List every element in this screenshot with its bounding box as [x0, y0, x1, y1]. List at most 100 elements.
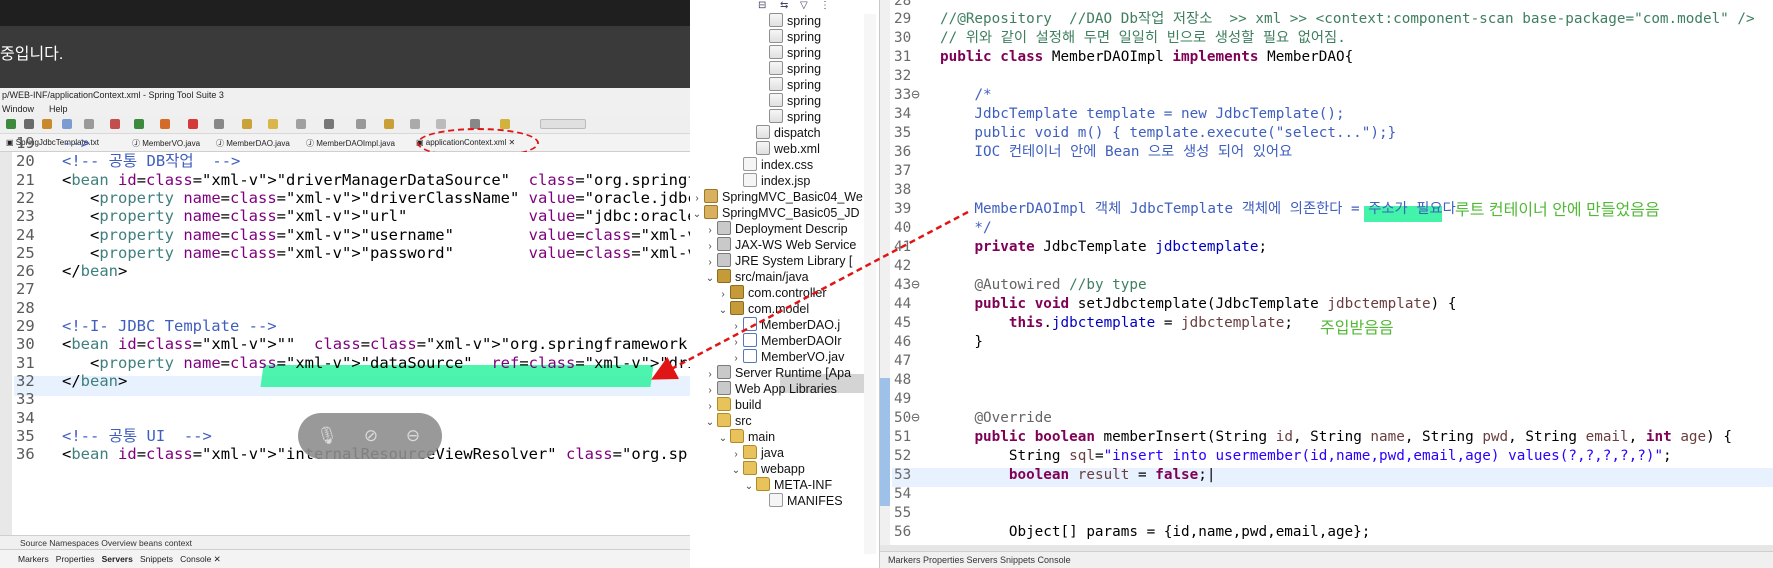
play-icon[interactable] — [134, 119, 144, 129]
lib-icon — [717, 221, 731, 235]
package-icon[interactable] — [42, 119, 52, 129]
xml-code-line: 27 — [16, 280, 35, 299]
tree-item-label: com.controller — [748, 286, 827, 300]
tab-memberdaoimpl[interactable]: Ⓙ MemberDAOImpl.java — [306, 138, 395, 149]
xml-code-line: 22 <property name=class="xml-v">"driverC… — [16, 188, 690, 207]
lib-icon — [717, 237, 731, 251]
ide-toolbar — [0, 116, 690, 134]
xml-code-line: 28 — [16, 298, 35, 317]
tree-item-label: SpringMVC_Basic04_We — [722, 190, 863, 204]
lib-icon — [717, 365, 731, 379]
terminate-icon[interactable] — [188, 119, 198, 129]
xml-icon — [769, 29, 783, 43]
folder-open-icon[interactable] — [242, 119, 252, 129]
chevron-down-icon[interactable]: ⌄ — [690, 206, 704, 224]
link-editor-icon[interactable]: ⇆ — [780, 0, 788, 11]
pkg-icon — [730, 301, 744, 315]
view-markers[interactable]: Markers — [0, 554, 49, 564]
folder-icon — [756, 477, 770, 491]
folder-icon — [730, 429, 744, 443]
menu-help[interactable]: Help — [49, 104, 68, 114]
chevron-down-icon[interactable]: ⌄ — [742, 478, 756, 496]
folder-icon — [717, 397, 731, 411]
java-bottom-views[interactable]: Markers Properties Servers Snippets Cons… — [880, 551, 1773, 568]
xml-icon — [756, 141, 770, 155]
xml-code-line: 20 <!-- 공통 DB작업 --> — [16, 152, 241, 171]
xml-code-line: 32 </bean> — [16, 371, 128, 390]
xml-code-line: 23 <property name=class="xml-v">"url" va… — [16, 207, 690, 226]
tree-item-label: JAX-WS Web Service — [735, 238, 857, 252]
menu-window[interactable]: Window — [2, 104, 34, 114]
collapse-all-icon[interactable]: ⊟ — [758, 0, 766, 11]
save-icon[interactable] — [84, 119, 94, 129]
css-icon — [743, 173, 757, 187]
chevron-down-icon[interactable]: ⌄ — [729, 462, 743, 480]
view-snippets[interactable]: Snippets — [140, 554, 173, 564]
chevron-down-icon[interactable]: ⌄ — [703, 414, 717, 432]
folder-icon — [743, 461, 757, 475]
view-menu-icon[interactable]: ⋮ — [820, 0, 830, 11]
xml-code-line: 19 --> — [16, 134, 90, 152]
xml-icon — [769, 93, 783, 107]
ide-window-title: p/WEB-INF/applicationContext.xml - Sprin… — [0, 88, 690, 102]
xml-code-line: 30 <bean id=class="xml-v">"" class=class=… — [16, 334, 690, 354]
search-icon[interactable] — [268, 119, 278, 129]
forward-icon[interactable] — [384, 119, 394, 129]
server-icon[interactable] — [160, 119, 170, 129]
run-icon[interactable] — [6, 119, 16, 129]
lib-icon — [717, 381, 731, 395]
tab-memberdao[interactable]: Ⓙ MemberDAO.java — [216, 138, 290, 149]
edit-icon[interactable] — [324, 119, 334, 129]
xml-code-line: 26 </bean> — [16, 262, 128, 281]
tree-item-label: dispatch — [774, 126, 821, 140]
tab-membervo[interactable]: Ⓙ MemberVO.java — [132, 138, 200, 149]
chevron-down-icon[interactable]: ⌄ — [716, 430, 730, 448]
back-icon[interactable] — [356, 119, 366, 129]
tree-item-label: index.css — [761, 158, 814, 172]
tree-item-label: java — [761, 446, 784, 460]
tree-item-label: MANIFES — [787, 494, 843, 508]
media-control-pill[interactable]: 🎙 ⊘ ⊖ — [298, 413, 442, 459]
quick-access-field[interactable] — [540, 119, 586, 129]
debug-icon[interactable] — [24, 119, 34, 129]
tool-icon[interactable] — [214, 119, 224, 129]
tree-item-label: spring — [787, 110, 822, 124]
stop-icon[interactable] — [110, 119, 120, 129]
java-icon — [743, 333, 757, 347]
annotation-injected: 주입받음음 — [1320, 320, 1394, 337]
xml-editor-bottom-tabs[interactable]: Source Namespaces Overview beans context — [0, 535, 690, 549]
left-video-pane: 중입니다. p/WEB-INF/applicationContext.xml -… — [0, 0, 690, 568]
history-icon[interactable] — [410, 119, 420, 129]
xml-code-line: 35 <!-- 공통 UI --> — [16, 426, 212, 445]
xml-code-line: 21 <bean id=class="xml-v">"driverManagerD… — [16, 170, 690, 189]
chevron-down-icon[interactable]: ⌄ — [703, 270, 717, 288]
tree-item-label: SpringMVC_Basic05_JD — [722, 206, 860, 220]
view-servers[interactable]: Servers — [102, 554, 133, 564]
xml-code-line: 34 — [16, 408, 35, 427]
pkg-icon — [730, 285, 744, 299]
minus-circle-icon[interactable]: ⊖ — [402, 425, 424, 447]
view-properties[interactable]: Properties — [56, 554, 95, 564]
explorer-scrollbar[interactable] — [864, 14, 876, 554]
camera-off-icon[interactable]: ⊘ — [360, 425, 382, 447]
view-console[interactable]: Console — [180, 554, 211, 564]
xml-code-line: 29 <!-I- JDBC Template --> — [16, 317, 277, 335]
tree-item-label: spring — [787, 62, 822, 76]
tree-item[interactable]: MANIFES — [755, 492, 843, 510]
misc-icon[interactable] — [436, 119, 446, 129]
nav-icon[interactable] — [296, 119, 306, 129]
filter-icon[interactable]: ▽ — [800, 0, 808, 11]
chevron-down-icon[interactable]: ⌄ — [716, 302, 730, 320]
spring-icon[interactable] — [500, 119, 510, 129]
new-icon[interactable] — [62, 119, 72, 129]
tree-item-label: src/main/java — [735, 270, 809, 284]
mic-off-icon[interactable]: 🎙 — [316, 425, 338, 447]
project-explorer[interactable]: ⊟ ⇆ ▽ ⋮ spring spring spring spring spring sp… — [690, 0, 880, 568]
java-editor[interactable]: 28 29//@Repository //DAO Db작업 저장소 >> xml… — [880, 0, 1773, 568]
proj-icon — [704, 205, 718, 219]
tree-item-label: com.model — [748, 302, 810, 316]
banner-top-strip — [0, 0, 690, 26]
xml-icon — [769, 13, 783, 27]
ide-menu-bar[interactable]: Window Help — [0, 102, 690, 116]
tree-item-label: build — [735, 398, 762, 412]
